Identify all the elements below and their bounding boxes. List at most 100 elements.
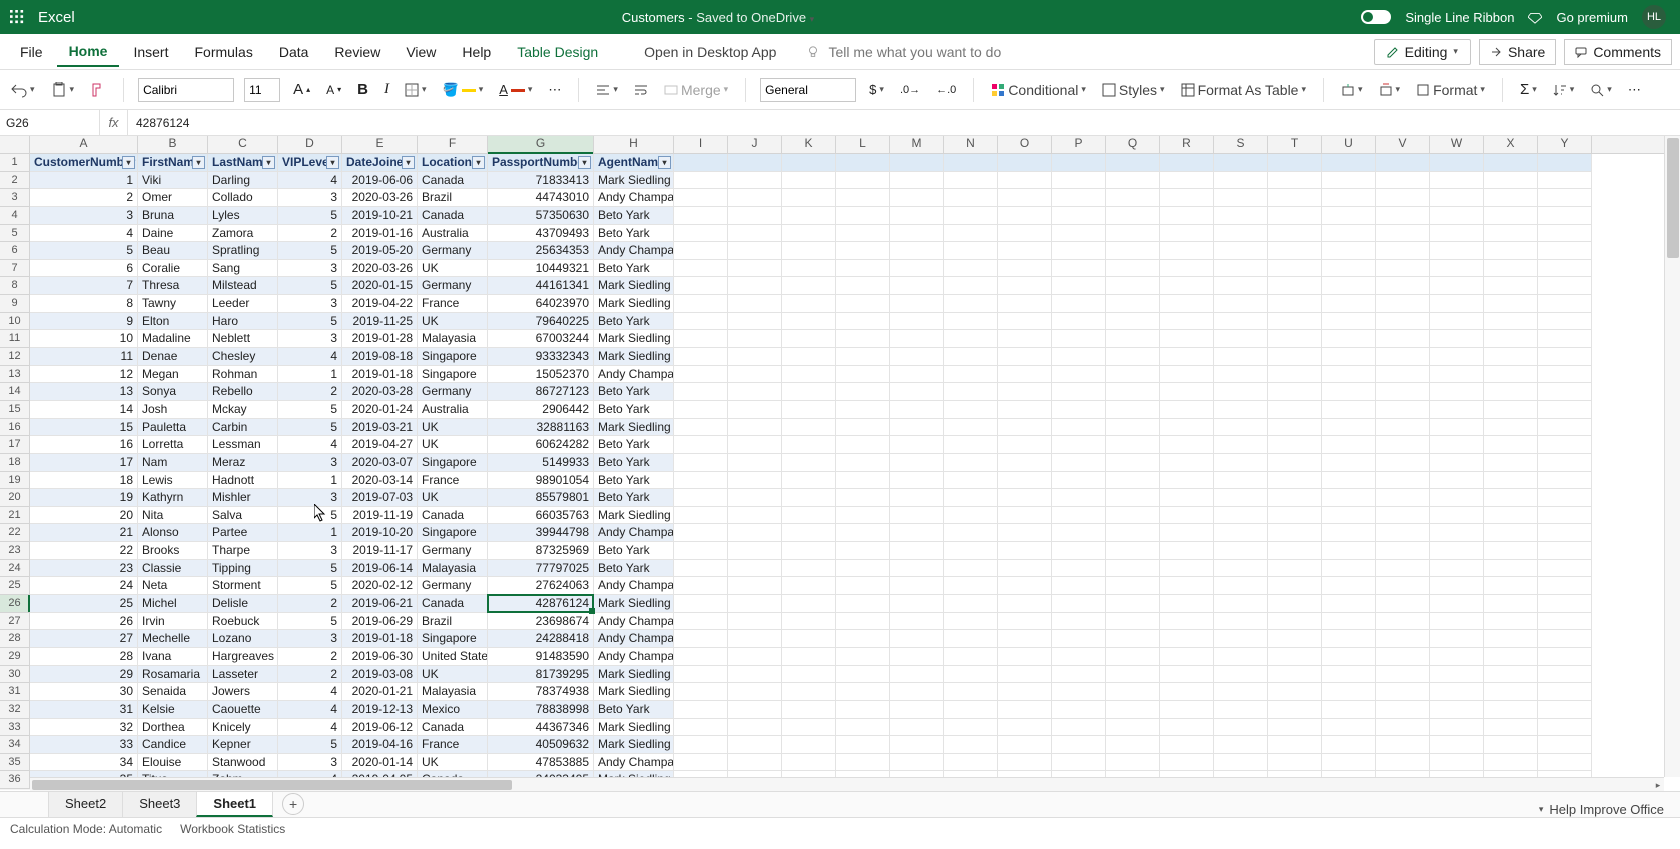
cell[interactable] bbox=[890, 472, 944, 490]
cell[interactable] bbox=[836, 419, 890, 437]
cell[interactable] bbox=[998, 366, 1052, 384]
cell[interactable]: Singapore bbox=[418, 524, 488, 542]
document-title[interactable]: Customers - Saved to OneDrive ▾ bbox=[75, 10, 1362, 25]
cell[interactable] bbox=[944, 189, 998, 207]
cell[interactable] bbox=[998, 648, 1052, 666]
cell[interactable] bbox=[1106, 560, 1160, 578]
cell[interactable]: FirstName▾ bbox=[138, 154, 208, 172]
cell[interactable]: 7 bbox=[30, 277, 138, 295]
cell[interactable]: 3 bbox=[278, 189, 342, 207]
cell[interactable]: 43709493 bbox=[488, 225, 594, 243]
cell[interactable] bbox=[1160, 489, 1214, 507]
cell[interactable]: Rebello bbox=[208, 383, 278, 401]
cell[interactable]: Classie bbox=[138, 560, 208, 578]
cell[interactable] bbox=[782, 401, 836, 419]
cell[interactable] bbox=[782, 225, 836, 243]
cell[interactable] bbox=[1322, 683, 1376, 701]
cell[interactable] bbox=[1538, 189, 1592, 207]
cell[interactable] bbox=[1484, 401, 1538, 419]
cell[interactable] bbox=[1430, 172, 1484, 190]
cell[interactable] bbox=[1160, 242, 1214, 260]
undo-button[interactable]: ▾ bbox=[8, 80, 38, 100]
cell[interactable] bbox=[998, 683, 1052, 701]
cell[interactable] bbox=[998, 754, 1052, 772]
cell[interactable] bbox=[1052, 242, 1106, 260]
cell[interactable] bbox=[1160, 189, 1214, 207]
app-launcher-icon[interactable] bbox=[0, 10, 34, 24]
cell[interactable] bbox=[1538, 595, 1592, 613]
cell[interactable] bbox=[1376, 507, 1430, 525]
sheet-tab[interactable]: Sheet3 bbox=[122, 791, 197, 817]
cell[interactable] bbox=[944, 595, 998, 613]
row-header[interactable]: 1 bbox=[0, 154, 30, 172]
cell[interactable]: Thresa bbox=[138, 277, 208, 295]
cell[interactable] bbox=[1214, 630, 1268, 648]
cell[interactable] bbox=[728, 260, 782, 278]
cell[interactable] bbox=[1376, 542, 1430, 560]
cell[interactable] bbox=[890, 383, 944, 401]
cell[interactable] bbox=[1052, 172, 1106, 190]
cell[interactable] bbox=[1484, 489, 1538, 507]
cell[interactable] bbox=[1430, 577, 1484, 595]
cell[interactable]: 78374938 bbox=[488, 683, 594, 701]
cell[interactable] bbox=[836, 189, 890, 207]
cell[interactable] bbox=[1376, 719, 1430, 737]
cell[interactable] bbox=[998, 383, 1052, 401]
cell[interactable]: Beto Yark bbox=[594, 225, 674, 243]
cell[interactable] bbox=[836, 348, 890, 366]
cell[interactable] bbox=[836, 436, 890, 454]
cell[interactable]: Lasseter bbox=[208, 666, 278, 684]
cell[interactable] bbox=[1052, 154, 1106, 172]
cell[interactable] bbox=[1268, 260, 1322, 278]
cell[interactable] bbox=[836, 277, 890, 295]
cell[interactable]: Mckay bbox=[208, 401, 278, 419]
cell[interactable] bbox=[674, 560, 728, 578]
cell[interactable] bbox=[1052, 507, 1106, 525]
cell[interactable] bbox=[1538, 683, 1592, 701]
cell[interactable]: Milstead bbox=[208, 277, 278, 295]
cell[interactable] bbox=[1214, 560, 1268, 578]
cell[interactable] bbox=[1376, 754, 1430, 772]
cell[interactable] bbox=[674, 630, 728, 648]
currency-button[interactable]: $▾ bbox=[866, 80, 887, 99]
cell[interactable]: 27624063 bbox=[488, 577, 594, 595]
cell[interactable] bbox=[1484, 154, 1538, 172]
col-header-T[interactable]: T bbox=[1268, 136, 1322, 153]
cell[interactable] bbox=[1376, 666, 1430, 684]
cell[interactable] bbox=[1322, 648, 1376, 666]
row-header[interactable]: 18 bbox=[0, 454, 30, 472]
cell[interactable] bbox=[1538, 648, 1592, 666]
row-header[interactable]: 27 bbox=[0, 613, 30, 631]
cell[interactable] bbox=[674, 454, 728, 472]
cell[interactable] bbox=[728, 577, 782, 595]
cell[interactable]: 2019-05-20 bbox=[342, 242, 418, 260]
cell[interactable] bbox=[782, 454, 836, 472]
cell[interactable]: 2 bbox=[30, 189, 138, 207]
cell[interactable]: Mark Siedling bbox=[594, 295, 674, 313]
cell[interactable]: Neblett bbox=[208, 330, 278, 348]
cell[interactable]: VIPLevel▾ bbox=[278, 154, 342, 172]
col-header-J[interactable]: J bbox=[728, 136, 782, 153]
cell[interactable] bbox=[674, 366, 728, 384]
cell[interactable] bbox=[890, 330, 944, 348]
more-font-button[interactable]: ⋯ bbox=[545, 80, 564, 100]
cell[interactable] bbox=[836, 630, 890, 648]
cell[interactable] bbox=[1322, 719, 1376, 737]
tab-help[interactable]: Help bbox=[450, 38, 503, 66]
cell[interactable] bbox=[782, 577, 836, 595]
cell[interactable] bbox=[1322, 666, 1376, 684]
cell[interactable] bbox=[1160, 683, 1214, 701]
cell[interactable]: 3 bbox=[278, 754, 342, 772]
cell[interactable]: 2019-01-16 bbox=[342, 225, 418, 243]
cell[interactable] bbox=[1430, 472, 1484, 490]
add-sheet-button[interactable]: + bbox=[282, 793, 304, 815]
cell[interactable]: 2019-01-18 bbox=[342, 366, 418, 384]
cell[interactable] bbox=[890, 225, 944, 243]
col-header-Y[interactable]: Y bbox=[1538, 136, 1592, 153]
cell[interactable] bbox=[890, 260, 944, 278]
cell[interactable]: UK bbox=[418, 754, 488, 772]
cell[interactable] bbox=[1268, 295, 1322, 313]
tab-formulas[interactable]: Formulas bbox=[182, 38, 264, 66]
cell[interactable] bbox=[1430, 189, 1484, 207]
cell[interactable] bbox=[1160, 454, 1214, 472]
